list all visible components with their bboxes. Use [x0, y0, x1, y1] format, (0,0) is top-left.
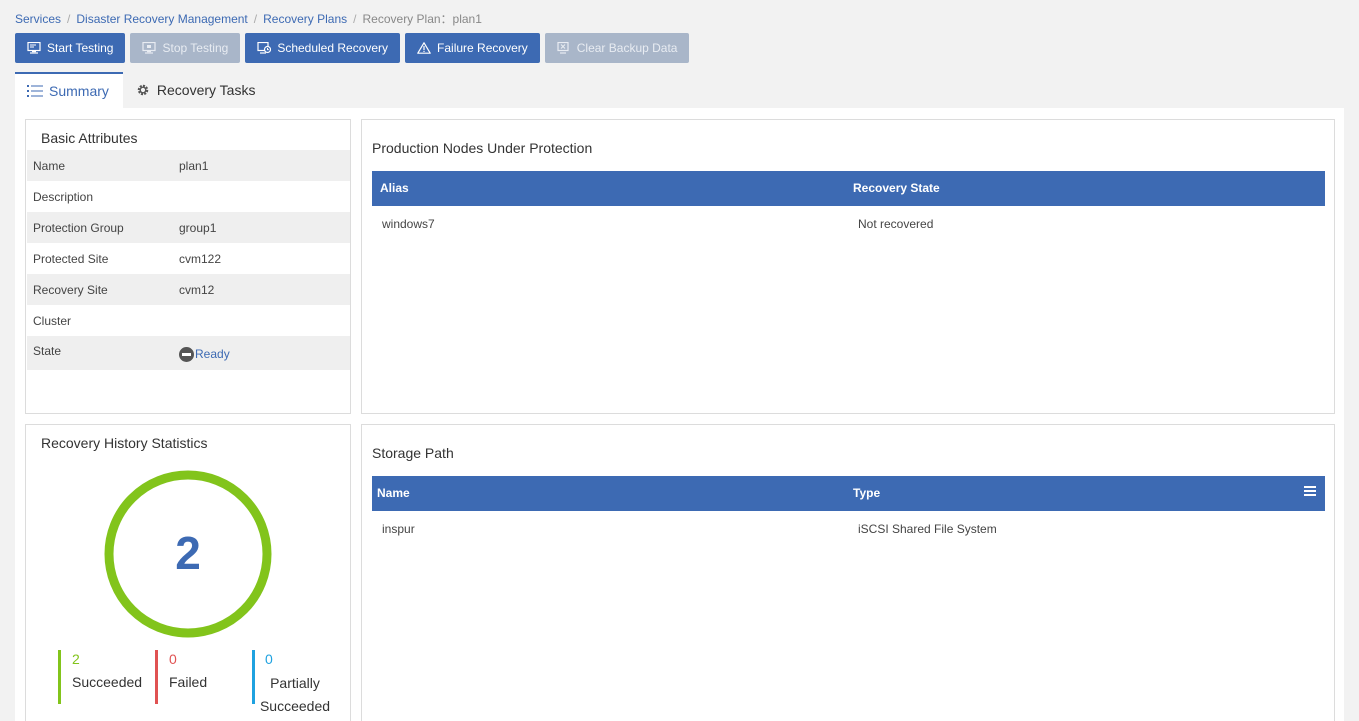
failed-count: 0 [169, 651, 177, 667]
failed-label: Failed [169, 674, 208, 690]
attribute-value: cvm122 [179, 251, 222, 266]
clear-backup-data-button[interactable]: Clear Backup Data [544, 33, 690, 63]
breadcrumb-separator: / [253, 12, 258, 26]
production-nodes-header: Alias Recovery State [372, 171, 1325, 206]
storage-type: iSCSI Shared File System [858, 522, 997, 536]
attribute-label: Cluster [33, 313, 72, 328]
tab-summary[interactable]: Summary [15, 72, 123, 108]
production-nodes-panel: Production Nodes Under Protection Alias … [361, 119, 1335, 414]
tab-recovery-tasks-label: Recovery Tasks [156, 82, 256, 98]
attribute-label: Description [33, 189, 94, 204]
gear-icon [137, 84, 149, 96]
succeeded-label: Succeeded [72, 674, 143, 690]
state-value-text: Ready [195, 347, 230, 361]
start-testing-button[interactable]: Start Testing [15, 33, 126, 63]
storage-path-title: Storage Path [372, 445, 454, 461]
basic-attributes-panel: Basic Attributes Name plan1 Description … [25, 119, 351, 414]
succeeded-count: 2 [72, 651, 80, 667]
breadcrumb-separator: / [353, 12, 357, 26]
stat-failed: 0 Failed [155, 650, 207, 704]
stop-testing-button[interactable]: Stop Testing [130, 33, 241, 63]
history-stats-title: Recovery History Statistics [41, 435, 208, 451]
attribute-label: State [33, 344, 62, 358]
node-alias: windows7 [382, 217, 435, 231]
tab-recovery-tasks[interactable]: Recovery Tasks [123, 72, 270, 108]
failure-recovery-button[interactable]: Failure Recovery [405, 33, 540, 63]
attribute-label: Protection Group [33, 220, 124, 235]
breadcrumb-recovery-plans[interactable]: Recovery Plans [263, 12, 347, 26]
start-testing-label: Start Testing [47, 41, 114, 55]
attribute-value: group1 [179, 220, 217, 235]
attribute-label: Protected Site [33, 251, 109, 266]
tab-summary-label: Summary [49, 83, 109, 99]
attribute-row-protected-site: Protected Site cvm122 [27, 243, 350, 274]
minus-circle-icon [179, 346, 194, 362]
attribute-row-cluster: Cluster [27, 305, 350, 336]
tab-bar: Summary Recovery Tasks [15, 72, 269, 108]
partial-count: 0 [265, 651, 273, 667]
column-header-recovery-state[interactable]: Recovery State [853, 171, 940, 206]
attribute-row-protection-group: Protection Group group1 [27, 212, 350, 243]
breadcrumb-disaster-recovery[interactable]: Disaster Recovery Management [76, 12, 247, 26]
attribute-value: plan1 [179, 158, 209, 173]
monitor-test-icon [27, 42, 41, 54]
scheduled-recovery-icon [257, 42, 272, 54]
total-count: 2 [175, 527, 201, 579]
attribute-row-description: Description [27, 181, 350, 212]
storage-name: inspur [382, 522, 415, 536]
stop-testing-label: Stop Testing [162, 41, 229, 55]
clear-data-icon [557, 42, 569, 54]
warning-triangle-icon [417, 42, 431, 54]
scheduled-recovery-button[interactable]: Scheduled Recovery [245, 33, 401, 63]
breadcrumb-separator: / [67, 12, 71, 26]
clear-backup-data-label: Clear Backup Data [576, 41, 678, 55]
breadcrumb-services[interactable]: Services [15, 12, 61, 26]
scheduled-recovery-label: Scheduled Recovery [277, 41, 389, 55]
attribute-label: Name [33, 158, 66, 173]
stat-partially-succeeded: 0 Partially Succeeded [252, 650, 332, 714]
state-value: Ready [179, 346, 230, 362]
basic-attributes-title: Basic Attributes [41, 130, 138, 146]
failure-recovery-label: Failure Recovery [437, 41, 528, 55]
column-header-type[interactable]: Type [853, 476, 880, 511]
node-recovery-state: Not recovered [858, 217, 934, 231]
list-icon [27, 85, 43, 97]
attribute-value: cvm12 [179, 282, 215, 297]
attribute-row-name: Name plan1 [27, 150, 350, 181]
stat-succeeded: 2 Succeeded [58, 650, 142, 704]
breadcrumb: Services / Disaster Recovery Management / Re… [15, 10, 482, 27]
storage-path-header: Name Type [372, 476, 1325, 511]
attribute-row-recovery-site: Recovery Site cvm12 [27, 274, 350, 305]
breadcrumb-current: Recovery Plan：plan1 [362, 12, 482, 26]
storage-path-panel: Storage Path Name Type inspur iSCSI Shar… [361, 424, 1335, 721]
attribute-label: Recovery Site [33, 282, 108, 297]
column-header-name[interactable]: Name [377, 476, 410, 511]
monitor-stop-icon [142, 42, 157, 54]
column-header-alias[interactable]: Alias [380, 171, 409, 206]
partial-label: Partially Succeeded [259, 675, 331, 714]
hamburger-menu-icon[interactable] [1304, 486, 1316, 496]
attribute-row-state: State Ready [27, 336, 350, 370]
production-nodes-title: Production Nodes Under Protection [372, 140, 593, 156]
toolbar: Start Testing Stop Testing Scheduled Rec… [15, 33, 690, 63]
